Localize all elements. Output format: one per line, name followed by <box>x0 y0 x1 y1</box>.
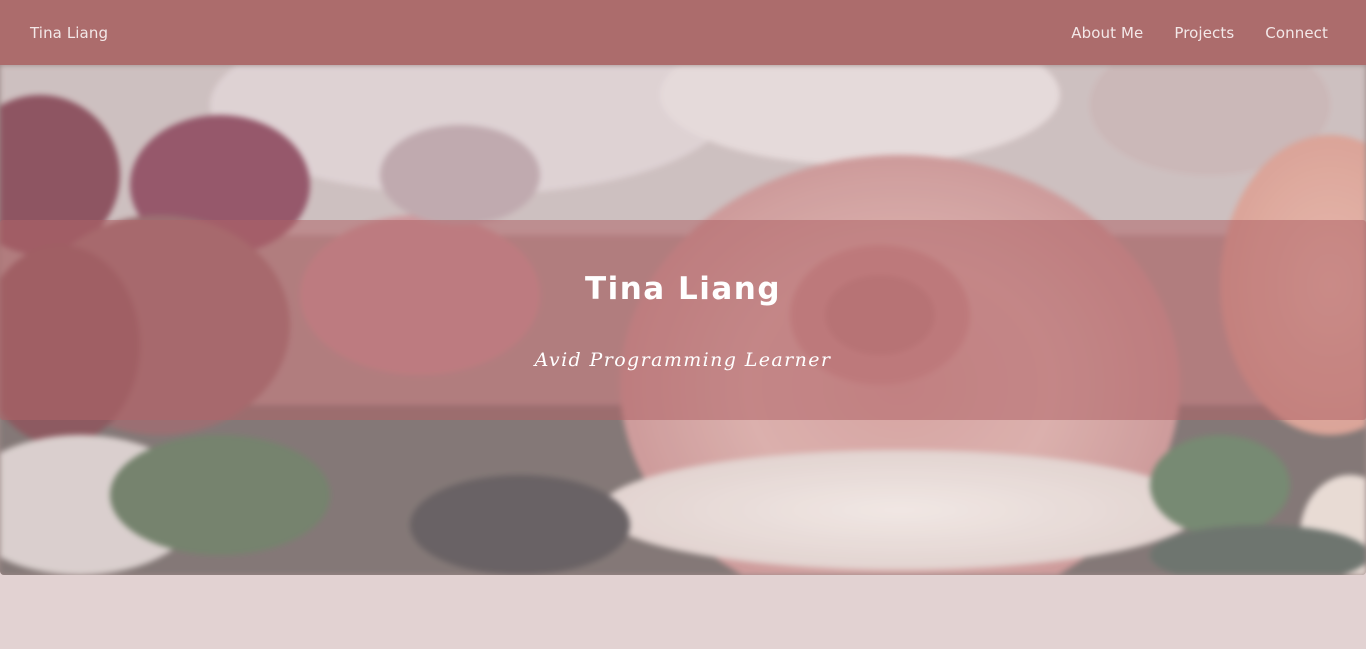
navbar: Tina Liang About Me Projects Connect <box>0 0 1366 65</box>
nav-item-about: About Me <box>1071 23 1143 42</box>
hero-title: Tina Liang <box>584 271 782 307</box>
nav-link-connect[interactable]: Connect <box>1265 24 1328 42</box>
nav-item-connect: Connect <box>1265 23 1328 42</box>
nav-item-projects: Projects <box>1174 23 1234 42</box>
hero-section: Tina Liang Avid Programming Learner <box>0 65 1366 575</box>
nav-link-projects[interactable]: Projects <box>1174 24 1234 42</box>
nav-links: About Me Projects Connect <box>1071 23 1328 42</box>
hero-subtitle: Avid Programming Learner <box>534 349 832 371</box>
nav-link-about-me[interactable]: About Me <box>1071 24 1143 42</box>
brand-link[interactable]: Tina Liang <box>30 24 108 42</box>
hero-banner: Tina Liang Avid Programming Learner <box>0 220 1366 420</box>
